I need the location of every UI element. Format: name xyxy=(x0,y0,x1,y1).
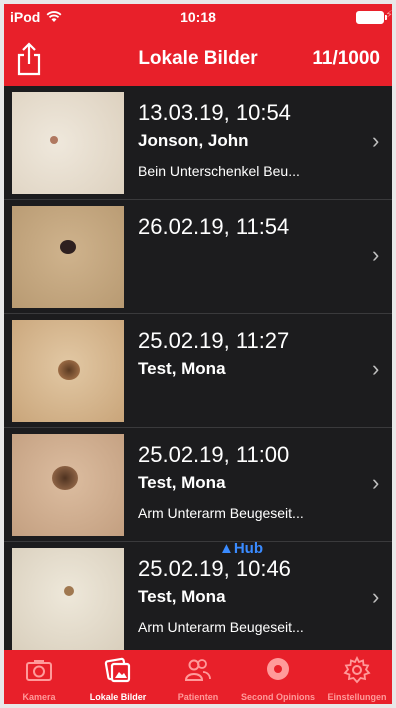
row-texts: 25.02.19, 10:46 Test, Mona Arm Unterarm … xyxy=(138,556,358,636)
list-item[interactable]: 25.02.19, 11:27 Test, Mona › xyxy=(4,314,392,428)
chevron-right-icon: › xyxy=(372,584,380,609)
thumbnail xyxy=(12,92,124,194)
top-bar: iPod 10:18 ⚡ Lokale Bilder 11/1000 xyxy=(4,4,392,86)
tab-label: Second Opinions xyxy=(240,692,315,702)
chevron-right-icon: › xyxy=(372,242,380,267)
lesion-spot xyxy=(64,586,74,596)
image-count: 11/1000 xyxy=(312,48,380,69)
hub-badge[interactable]: ▲Hub xyxy=(219,540,263,557)
lesion-spot xyxy=(50,136,58,144)
row-texts: 13.03.19, 10:54 Jonson, John Bein Unters… xyxy=(138,100,358,180)
patients-icon xyxy=(184,659,211,681)
lesion-spot xyxy=(52,466,78,490)
status-time: 10:18 xyxy=(180,9,216,25)
row-date: 25.02.19, 10:46 xyxy=(138,556,291,581)
nav-bar: Lokale Bilder 11/1000 xyxy=(4,34,392,84)
charging-icon: ⚡ xyxy=(385,9,392,21)
tab-patienten[interactable]: Patienten xyxy=(162,650,234,704)
photos-icon xyxy=(104,657,131,683)
tab-label: Einstellungen xyxy=(327,692,387,702)
image-list[interactable]: 13.03.19, 10:54 Jonson, John Bein Unters… xyxy=(4,86,392,650)
tab-bar: Kamera Lokale Bilder Patienten Second Op… xyxy=(4,650,392,704)
thumbnail xyxy=(12,320,124,422)
tab-second-opinions[interactable]: Second Opinions xyxy=(234,650,322,704)
row-patient: Test, Mona xyxy=(138,587,226,606)
row-texts: 25.02.19, 11:27 Test, Mona xyxy=(138,328,358,390)
row-date: 25.02.19, 11:00 xyxy=(138,442,290,467)
tab-kamera[interactable]: Kamera xyxy=(4,650,74,704)
tab-einstellungen[interactable]: Einstellungen xyxy=(322,650,392,704)
row-location: Bein Unterschenkel Beu... xyxy=(138,163,300,179)
second-opinion-icon xyxy=(267,658,289,680)
tab-lokale-bilder[interactable]: Lokale Bilder xyxy=(74,650,162,704)
chevron-right-icon: › xyxy=(372,470,380,495)
row-date: 13.03.19, 10:54 xyxy=(138,100,291,125)
row-texts: 26.02.19, 11:54 xyxy=(138,214,358,250)
row-patient: Test, Mona xyxy=(138,473,226,492)
camera-icon xyxy=(26,660,52,681)
list-item[interactable]: 26.02.19, 11:54 › xyxy=(4,200,392,314)
list-item[interactable]: 13.03.19, 10:54 Jonson, John Bein Unters… xyxy=(4,86,392,200)
chevron-right-icon: › xyxy=(372,128,380,153)
list-item[interactable]: 25.02.19, 11:00 Test, Mona Arm Unterarm … xyxy=(4,428,392,542)
lesion-spot xyxy=(60,240,76,254)
tab-label: Kamera xyxy=(22,692,56,702)
list-item[interactable]: ▲Hub 25.02.19, 10:46 Test, Mona Arm Unte… xyxy=(4,540,392,650)
lesion-spot xyxy=(58,360,80,380)
row-patient: Test, Mona xyxy=(138,359,226,378)
app-frame: iPod 10:18 ⚡ Lokale Bilder 11/1000 13.03… xyxy=(4,4,392,704)
thumbnail xyxy=(12,206,124,308)
status-bar: iPod 10:18 ⚡ xyxy=(4,4,392,30)
tab-label: Patienten xyxy=(177,692,219,702)
thumbnail xyxy=(12,434,124,536)
gear-icon xyxy=(343,656,371,684)
thumbnail xyxy=(12,548,124,650)
chevron-right-icon: › xyxy=(372,356,380,381)
row-location: Arm Unterarm Beugeseit... xyxy=(138,619,304,635)
row-texts: 25.02.19, 11:00 Test, Mona Arm Unterarm … xyxy=(138,442,358,522)
row-date: 26.02.19, 11:54 xyxy=(138,214,290,239)
row-location: Arm Unterarm Beugeseit... xyxy=(138,505,304,521)
battery-icon xyxy=(356,11,387,24)
row-date: 25.02.19, 11:27 xyxy=(138,328,290,353)
tab-label: Lokale Bilder xyxy=(89,692,147,702)
row-patient: Jonson, John xyxy=(138,131,249,150)
